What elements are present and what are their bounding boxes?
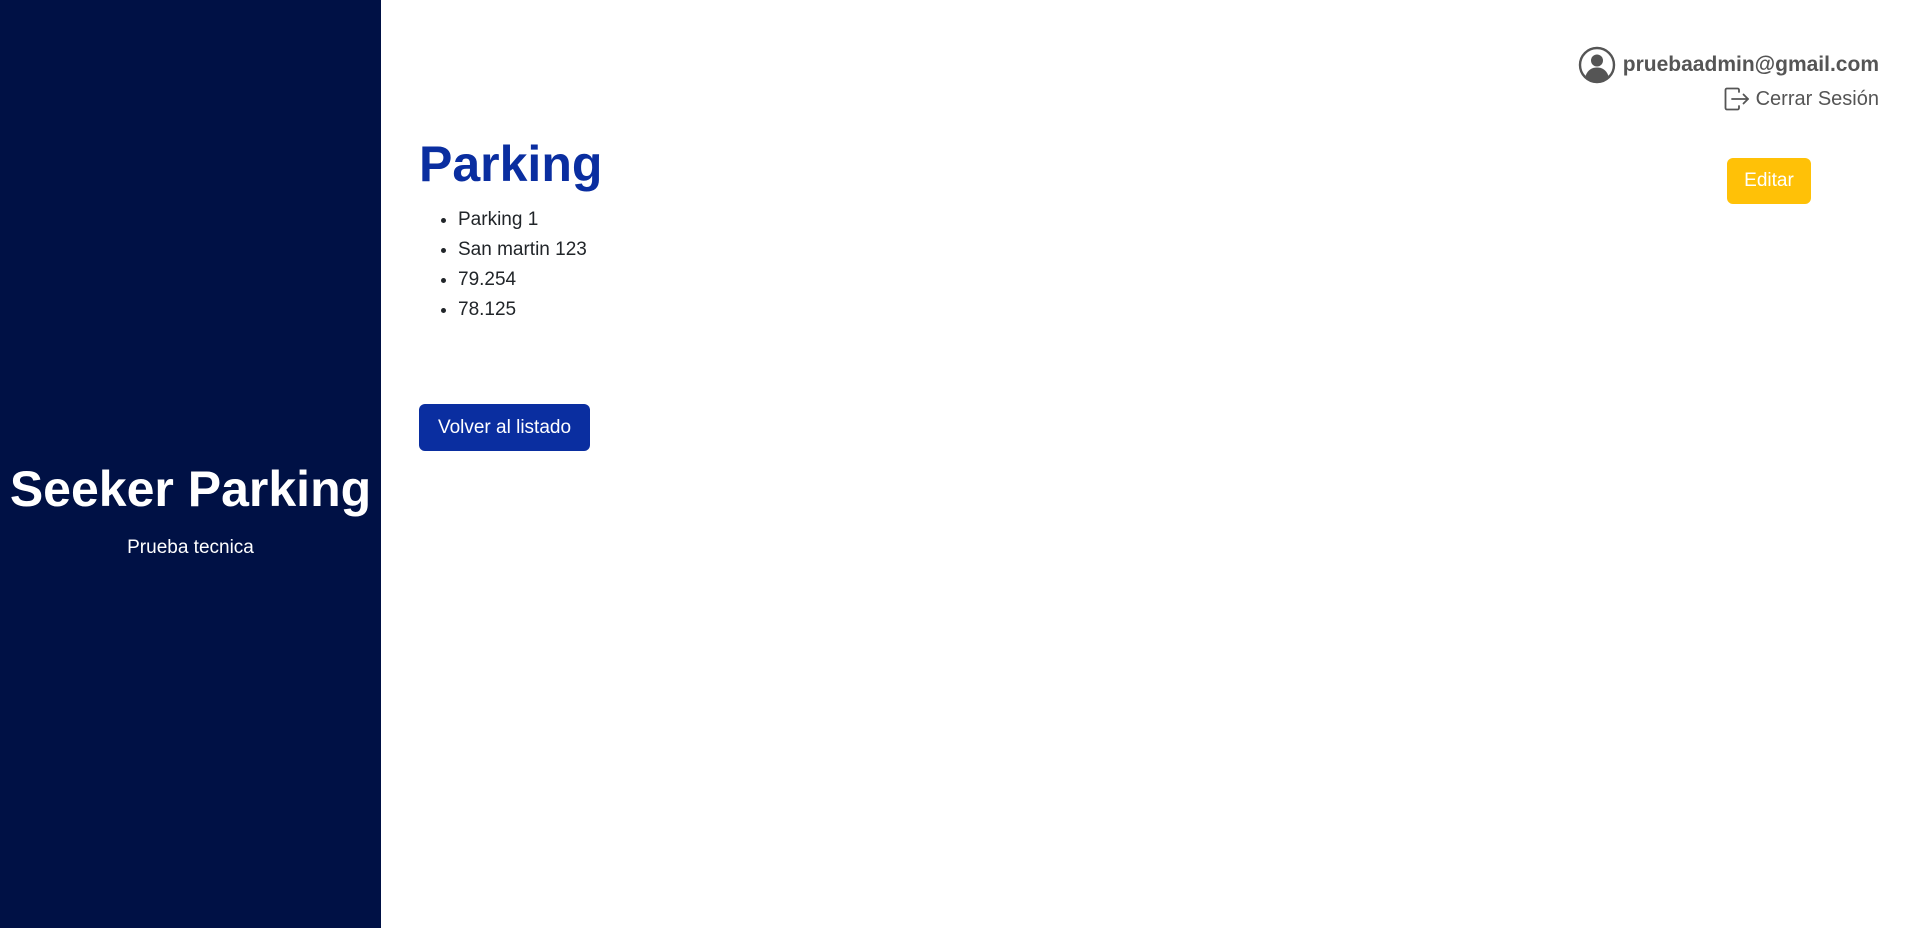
- parking-detail-list: Parking 1 San martin 123 79.254 78.125: [458, 205, 587, 325]
- user-area: pruebaadmin@gmail.com Cerrar Sesión: [1578, 46, 1879, 114]
- detail-item-longitude: 78.125: [458, 295, 587, 325]
- logout-link[interactable]: Cerrar Sesión: [1578, 84, 1879, 114]
- brand-title: Seeker Parking: [9, 461, 372, 517]
- brand-subtitle: Prueba tecnica: [127, 537, 254, 558]
- detail-item-name: Parking 1: [458, 205, 587, 235]
- edit-button[interactable]: Editar: [1727, 158, 1811, 204]
- user-circle-icon: [1578, 46, 1616, 84]
- detail-item-latitude: 79.254: [458, 265, 587, 295]
- app-root: Seeker Parking Prueba tecnica pruebaadmi…: [0, 0, 1908, 928]
- sidebar: Seeker Parking Prueba tecnica: [0, 0, 381, 928]
- logout-icon: [1724, 87, 1750, 111]
- page-title: Parking: [419, 136, 603, 192]
- detail-item-address: San martin 123: [458, 235, 587, 265]
- user-email: pruebaadmin@gmail.com: [1622, 53, 1879, 76]
- back-to-list-button[interactable]: Volver al listado: [419, 404, 590, 451]
- logout-label: Cerrar Sesión: [1755, 87, 1879, 110]
- user-info: pruebaadmin@gmail.com: [1578, 46, 1879, 84]
